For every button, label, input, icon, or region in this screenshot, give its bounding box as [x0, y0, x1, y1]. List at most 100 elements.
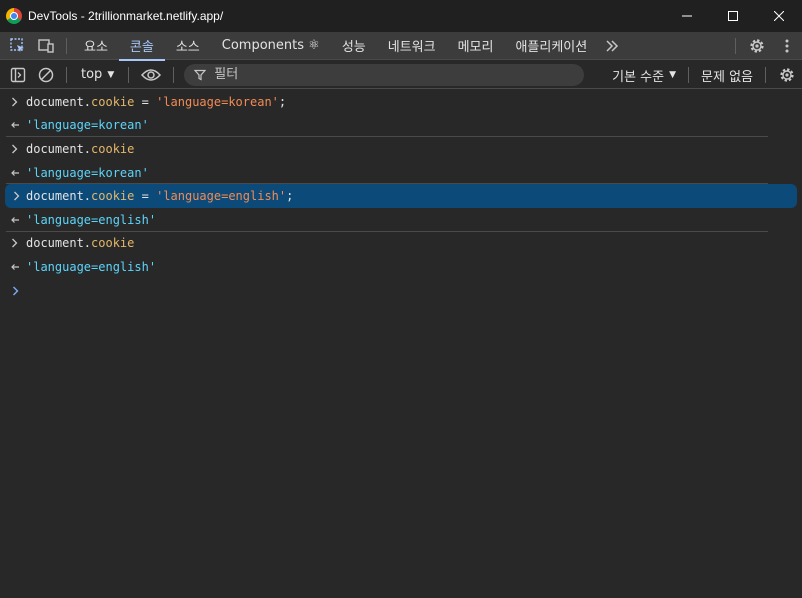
filter-box[interactable] [184, 63, 585, 86]
return-arrow-icon [0, 120, 26, 130]
console-input-line[interactable]: document.cookie [0, 232, 802, 256]
chevron-right-icon [13, 286, 19, 296]
tab-application[interactable]: 애플리케이션 [504, 32, 598, 60]
console-text: document.cookie [26, 236, 134, 250]
window-controls [664, 0, 802, 32]
token-prop: cookie [91, 94, 135, 109]
token-prop: cookie [91, 189, 135, 204]
console-input-line[interactable]: document.cookie = 'language=english'; [5, 184, 797, 208]
tab-elements[interactable]: 요소 [73, 32, 119, 60]
log-levels-dropdown[interactable]: 기본 수준 ▼ [612, 66, 676, 85]
window-title: DevTools - 2trillionmarket.netlify.app/ [28, 9, 224, 23]
console-text: document.cookie = 'language=english'; [26, 189, 293, 203]
token-plain: document. [26, 236, 92, 251]
maximize-button[interactable] [710, 0, 756, 32]
customize-menu-button[interactable] [772, 32, 802, 60]
show-sidebar-button[interactable] [4, 61, 32, 89]
console-text: document.cookie [26, 142, 134, 156]
token-plain: ; [278, 94, 287, 109]
console-input-line[interactable]: document.cookie = 'language=korean'; [0, 90, 802, 114]
filter-icon [194, 69, 207, 80]
sidebar-toggle-icon [10, 67, 26, 82]
console-result-line[interactable]: 'language=english' [0, 208, 802, 232]
live-expression-button[interactable] [135, 61, 167, 89]
inspect-element-button[interactable] [4, 32, 32, 60]
device-toolbar-button[interactable] [32, 32, 60, 60]
token-res: 'language=english' [26, 259, 157, 274]
log-levels-label: 기본 수준 [612, 69, 665, 85]
console-result-line[interactable]: 'language=korean' [0, 114, 802, 138]
tab-console[interactable]: 콘솔 [118, 32, 165, 61]
tab-memory[interactable]: 메모리 [447, 32, 505, 60]
chevron-right-icon [0, 97, 26, 107]
minimize-button[interactable] [664, 0, 710, 32]
chevron-double-right-icon [606, 39, 619, 52]
console-result-line[interactable]: 'language=english' [0, 255, 802, 279]
token-plain: document. [26, 189, 92, 204]
console-messages: document.cookie = 'language=korean';'lan… [0, 90, 802, 279]
token-plain: document. [26, 141, 92, 156]
settings-button[interactable] [742, 32, 772, 60]
token-str: 'language=english' [156, 189, 287, 204]
issues-counter[interactable]: 문제 없음 [701, 66, 753, 85]
token-res: 'language=korean' [26, 165, 149, 180]
return-arrow-icon [0, 168, 26, 178]
tab-network[interactable]: 네트워크 [377, 32, 447, 60]
chevron-right-icon [0, 238, 26, 248]
close-icon [774, 11, 784, 21]
console-text: 'language=korean' [26, 118, 149, 132]
context-selector[interactable]: top ▼ [73, 61, 122, 89]
token-res: 'language=korean' [26, 118, 149, 133]
console-text: 'language=english' [26, 260, 156, 274]
token-plain: ; [286, 189, 294, 204]
console-output[interactable]: document.cookie = 'language=korean';'lan… [0, 90, 802, 598]
close-button[interactable] [756, 0, 802, 32]
gear-icon [780, 68, 794, 82]
console-result-line[interactable]: 'language=korean' [0, 161, 802, 185]
toolbar-divider [688, 67, 690, 83]
chevron-down-icon: ▼ [107, 69, 115, 80]
console-text: 'language=korean' [26, 166, 149, 180]
inspect-element-icon [10, 37, 24, 52]
toolbar-divider [66, 37, 67, 54]
clear-console-button[interactable] [32, 61, 60, 89]
console-settings-button[interactable] [772, 61, 802, 89]
toolbar-divider [765, 67, 766, 83]
toolbar-divider [173, 66, 175, 83]
token-str: 'language=korean' [156, 94, 279, 109]
token-plain: = [134, 189, 157, 204]
kebab-menu-icon [785, 39, 789, 53]
console-prompt[interactable] [0, 279, 802, 303]
tab-bar-actions [729, 32, 802, 60]
more-tabs-button[interactable] [598, 32, 626, 60]
tab-sources[interactable]: 소스 [165, 32, 211, 60]
console-text: 'language=english' [26, 213, 156, 227]
panel-tab-bar: 요소 콘솔 소스 Components ⚛ 성능 네트워크 메모리 애플리케이션 [0, 32, 802, 61]
toolbar-divider [66, 66, 67, 83]
filter-input[interactable] [214, 67, 555, 82]
return-arrow-icon [0, 215, 26, 225]
title-bar: DevTools - 2trillionmarket.netlify.app/ [0, 0, 802, 32]
console-text: document.cookie = 'language=korean'; [26, 95, 286, 109]
chevron-right-icon [5, 191, 26, 201]
toolbar-divider [735, 38, 736, 54]
token-res: 'language=english' [26, 212, 157, 227]
chrome-logo-icon [6, 8, 22, 24]
console-toolbar: top ▼ 기본 수준 ▼ 문제 없음 [0, 61, 802, 89]
tab-performance[interactable]: 성능 [331, 32, 377, 60]
token-prop: cookie [91, 236, 135, 251]
maximize-icon [728, 11, 738, 21]
chevron-down-icon: ▼ [669, 70, 677, 80]
token-plain: = [134, 94, 157, 109]
chevron-right-icon [0, 144, 26, 154]
gear-icon [750, 39, 764, 53]
minimize-icon [682, 15, 692, 17]
toolbar-divider [128, 66, 130, 83]
token-prop: cookie [91, 141, 135, 156]
console-input-line[interactable]: document.cookie [0, 137, 802, 161]
tab-components[interactable]: Components ⚛ [211, 32, 331, 60]
context-selector-label: top [81, 67, 103, 82]
token-plain: document. [26, 94, 92, 109]
device-toolbar-icon [38, 38, 54, 53]
eye-icon [141, 68, 162, 81]
